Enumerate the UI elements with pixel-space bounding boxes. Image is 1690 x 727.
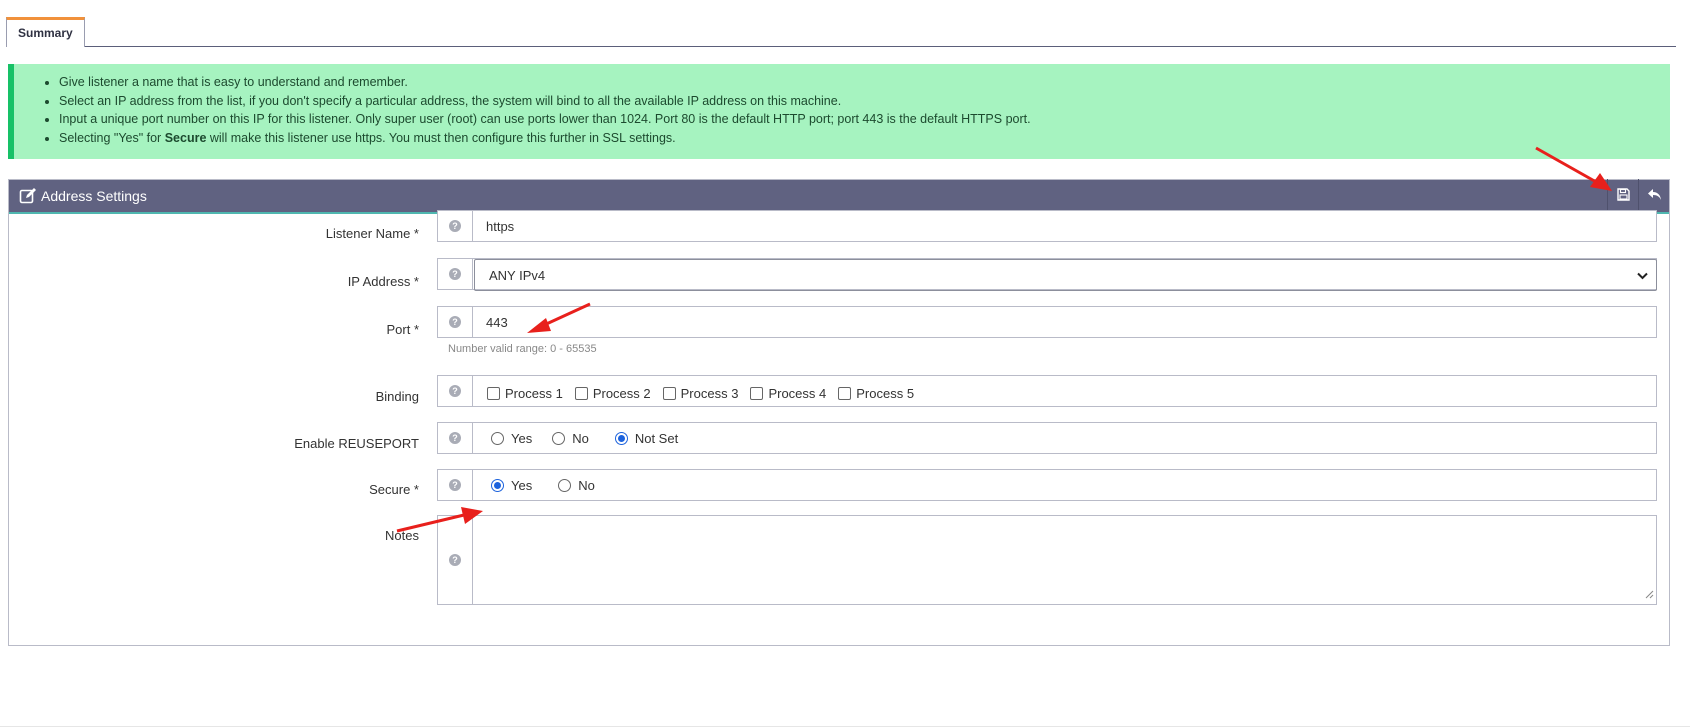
binding-option-label: Process 5 (856, 385, 915, 401)
secure-option-label: Yes (511, 477, 533, 493)
ip-address-select[interactable]: ANY IPv4 (474, 259, 1657, 291)
help-icon: ? (449, 554, 461, 566)
port-field-wrap (474, 307, 1656, 337)
radio-button[interactable] (491, 431, 504, 445)
help-button[interactable]: ? (438, 423, 473, 453)
info-item: Select an IP address from the list, if y… (59, 92, 1670, 111)
ip-address-control: ? ANY IPv4 (437, 258, 1657, 291)
notes-field-wrap (474, 516, 1656, 604)
port-label: Port * (386, 322, 419, 337)
reuseport-option-label: Yes (511, 430, 533, 446)
binding-option-5[interactable]: Process 5 (838, 386, 914, 401)
secure-option-label: No (578, 477, 595, 493)
secure-option-yes[interactable]: Yes (491, 478, 532, 493)
reuseport-control: ? Yes No Not Set (437, 422, 1657, 454)
back-button[interactable] (1638, 179, 1669, 213)
listener-name-field-wrap (474, 211, 1656, 241)
listener-name-control: ? (437, 210, 1657, 242)
help-button[interactable]: ? (438, 470, 473, 500)
port-input[interactable] (486, 307, 1656, 337)
chevron-down-icon (1637, 268, 1648, 283)
port-hint: Number valid range: 0 - 65535 (448, 343, 597, 355)
listener-name-label: Listener Name * (325, 226, 419, 241)
binding-option-label: Process 4 (768, 385, 827, 401)
tab-bar: Summary (6, 17, 1676, 47)
info-secure-prefix: Selecting "Yes" for (59, 130, 165, 145)
save-button[interactable] (1607, 179, 1638, 213)
panel-title: Address Settings (41, 188, 147, 204)
checkbox[interactable] (750, 386, 764, 400)
binding-label: Binding (375, 389, 419, 404)
radio-button[interactable] (552, 431, 566, 445)
reuseport-option-yes[interactable]: Yes (491, 431, 532, 446)
reuseport-option-label: No (572, 430, 589, 446)
help-button[interactable]: ? (438, 516, 473, 604)
help-icon: ? (449, 268, 461, 280)
secure-label: Secure * (369, 482, 419, 497)
help-icon: ? (449, 432, 461, 444)
info-item: Input a unique port number on this IP fo… (59, 110, 1670, 129)
reuseport-option-label: Not Set (634, 430, 679, 446)
checkbox[interactable] (838, 386, 852, 400)
info-item: Selecting "Yes" for Secure will make thi… (59, 129, 1670, 148)
secure-options: Yes No (474, 470, 1656, 500)
binding-options: Process 1 Process 2 Process 3 Process 4 … (474, 376, 1656, 406)
binding-option-label: Process 1 (505, 385, 563, 401)
radio-button-selected[interactable] (614, 431, 628, 445)
radio-button[interactable] (558, 478, 572, 492)
binding-control: ? Process 1 Process 2 Process 3 Process … (437, 375, 1657, 407)
help-icon: ? (449, 385, 461, 397)
checkbox[interactable] (574, 386, 588, 400)
help-icon: ? (449, 479, 461, 491)
reuseport-option-not-set[interactable]: Not Set (614, 430, 679, 446)
info-secure-suffix: will make this listener use https. You m… (206, 130, 676, 145)
binding-option-3[interactable]: Process 3 (662, 385, 739, 401)
panel-actions (1607, 179, 1669, 213)
binding-option-label: Process 2 (592, 385, 651, 401)
ip-address-label: IP Address * (347, 274, 419, 289)
notes-textarea[interactable] (474, 516, 1656, 604)
binding-option-1[interactable]: Process 1 (487, 386, 563, 401)
listener-name-input[interactable] (486, 211, 1656, 241)
info-list: Give listener a name that is easy to und… (14, 64, 1670, 147)
help-button[interactable]: ? (438, 307, 473, 337)
edit-icon (19, 187, 37, 205)
binding-option-4[interactable]: Process 4 (750, 386, 826, 401)
help-button[interactable]: ? (438, 376, 473, 406)
port-control: ? (437, 306, 1657, 338)
ip-address-selected-value: ANY IPv4 (489, 267, 546, 283)
help-info-box: Give listener a name that is easy to und… (8, 64, 1670, 159)
help-button[interactable]: ? (438, 259, 473, 289)
binding-option-2[interactable]: Process 2 (574, 385, 651, 401)
reuseport-options: Yes No Not Set (474, 423, 1656, 453)
radio-button-selected[interactable] (491, 478, 504, 492)
panel-header: Address Settings (9, 179, 1669, 214)
tab-summary[interactable]: Summary (6, 17, 85, 47)
binding-option-label: Process 3 (680, 385, 739, 401)
info-item: Give listener a name that is easy to und… (59, 73, 1670, 92)
notes-control: ? (437, 515, 1657, 605)
notes-label: Notes (385, 528, 419, 543)
reuseport-label: Enable REUSEPORT (294, 436, 419, 451)
checkbox[interactable] (487, 386, 500, 400)
secure-control: ? Yes No (437, 469, 1657, 501)
checkbox[interactable] (662, 386, 676, 400)
secure-option-no[interactable]: No (558, 478, 595, 493)
save-icon (1616, 188, 1630, 204)
help-button[interactable]: ? (438, 211, 473, 241)
resize-grip-icon[interactable] (1645, 587, 1654, 602)
address-settings-panel: Address Settings Listener Name * ? https… (8, 179, 1670, 646)
help-icon: ? (449, 316, 461, 328)
info-secure-bold: Secure (164, 130, 207, 145)
reuseport-option-no[interactable]: No (552, 431, 589, 446)
undo-icon (1647, 188, 1662, 204)
help-icon: ? (449, 220, 461, 232)
